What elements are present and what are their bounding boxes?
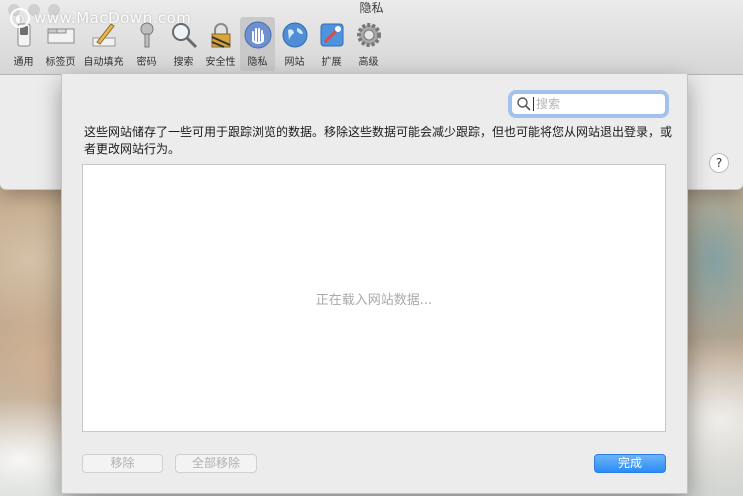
- toolbar-item-label: 通用: [13, 57, 34, 68]
- toolbar-item-extensions[interactable]: 扩展: [314, 17, 349, 71]
- watermark-text: www.MacDown.com: [34, 9, 192, 27]
- watermark: ◐ www.MacDown.com: [10, 8, 191, 28]
- gear-icon: [356, 23, 381, 47]
- toolbar-item-label: 安全性: [205, 57, 236, 68]
- watermark-logo-icon: ◐: [10, 8, 30, 28]
- toolbar-item-security[interactable]: 安全性: [203, 17, 238, 71]
- toolbar-item-label: 密码: [136, 57, 157, 68]
- toolbar-item-label: 搜索: [173, 57, 194, 68]
- toolbar-item-label: 标签页: [45, 57, 76, 68]
- toolbar-item-label: 高级: [358, 57, 379, 68]
- lock-icon: [211, 23, 230, 48]
- search-field[interactable]: [511, 93, 666, 115]
- website-data-list[interactable]: 正在载入网站数据...: [82, 164, 666, 432]
- globe-icon: [282, 22, 307, 48]
- hand-icon: [244, 21, 271, 49]
- puzzle-icon: [320, 23, 343, 47]
- remove-button[interactable]: 移除: [82, 454, 163, 473]
- toolbar-item-label: 网站: [284, 57, 305, 68]
- loading-text: 正在载入网站数据...: [315, 293, 433, 308]
- toolbar-item-label: 扩展: [321, 57, 342, 68]
- help-button[interactable]: ?: [709, 153, 729, 173]
- toolbar-item-label: 自动填充: [83, 57, 124, 68]
- search-icon: [517, 97, 531, 111]
- toolbar-item-advanced[interactable]: 高级: [351, 17, 386, 71]
- search-input[interactable]: [534, 97, 664, 111]
- description-text: 这些网站储存了一些可用于跟踪浏览的数据。移除这些数据可能会减少跟踪，但也可能将您…: [84, 125, 673, 156]
- done-button[interactable]: 完成: [594, 454, 666, 473]
- toolbar-item-websites[interactable]: 网站: [277, 17, 312, 71]
- toolbar-item-label: 隐私: [247, 57, 268, 68]
- manage-website-data-sheet: 这些网站储存了一些可用于跟踪浏览的数据。移除这些数据可能会减少跟踪，但也可能将您…: [61, 74, 688, 494]
- toolbar-item-privacy[interactable]: 隐私: [240, 17, 275, 71]
- remove-all-button[interactable]: 全部移除: [175, 454, 257, 473]
